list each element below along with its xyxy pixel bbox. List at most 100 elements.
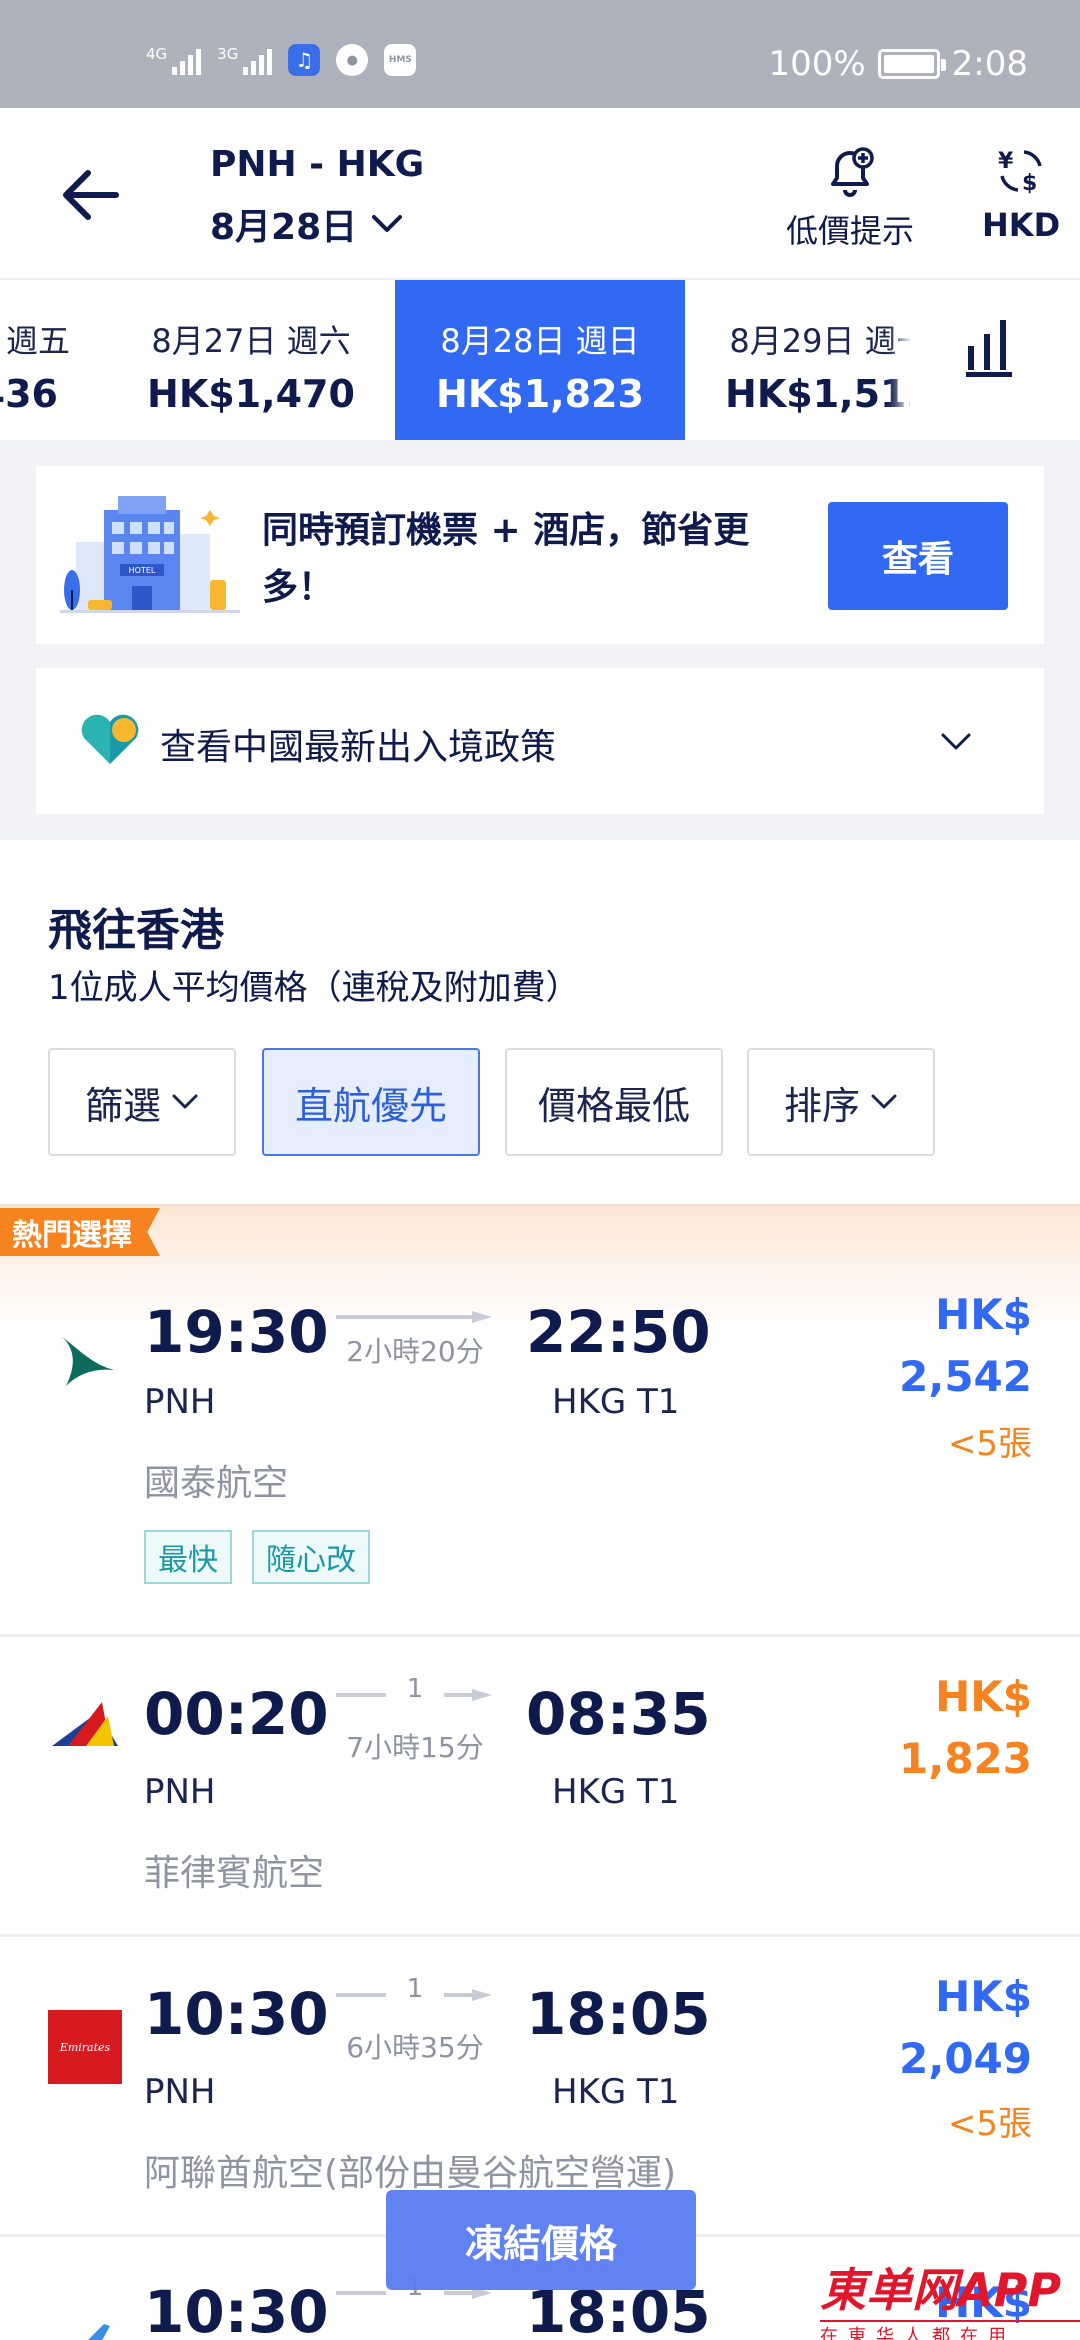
freeze-price-button[interactable]: 凍結價格: [386, 2190, 696, 2290]
lowest-price-label: 價格最低: [537, 1083, 690, 1128]
emirates-logo-text: Emirates: [59, 2040, 111, 2054]
chevron-down-icon: [172, 1094, 198, 1109]
travel-policy-card[interactable]: 查看中國最新出入境政策: [36, 668, 1044, 814]
net-label-1: 4G: [146, 45, 168, 63]
price-alert-label: 低價提示: [786, 212, 915, 250]
results-title: 飛往香港: [48, 905, 224, 956]
divider: [0, 1934, 1080, 1937]
date-label: 8月28日 週日: [440, 322, 640, 360]
price-currency: HK$: [935, 1290, 1032, 1339]
philippine-airlines-logo: [52, 1702, 118, 1746]
arrival-airport: HKG T1: [552, 1382, 680, 1422]
date-price: HK$1,823: [436, 372, 644, 416]
airline-name: 阿聯酋航空(部份由曼谷航空營運): [144, 2153, 677, 2194]
hotel-sign: HOTEL: [129, 566, 156, 575]
date-selector[interactable]: 8月28日: [210, 198, 403, 250]
currency-exchange-icon: ¥ $: [998, 149, 1042, 196]
tag-fastest: 最快: [144, 1530, 232, 1584]
price-currency: HK$: [935, 1672, 1032, 1721]
route-arrow-icon: [336, 1689, 492, 1701]
hot-pick-tag: 熱門選擇: [0, 1208, 160, 1256]
status-right: 100% 2:08: [768, 44, 1028, 84]
signal-4g-icon: 4G: [146, 45, 202, 75]
arrival-time: 22:50: [526, 1298, 711, 1366]
flight-duration: 6小時35分: [346, 2031, 484, 2064]
flight-card-2[interactable]: 00:20 1 7小時15分 08:35 PNH HKG T1 菲律賓航空 HK…: [0, 1672, 1080, 1936]
departure-airport: PNH: [144, 1772, 216, 1812]
clock: 2:08: [951, 44, 1028, 84]
promo-text: 同時預訂機票 + 酒店，節省更多！: [262, 510, 750, 608]
promo-view-button[interactable]: 查看: [828, 502, 1008, 610]
chevron-down-icon[interactable]: [940, 732, 972, 752]
watermark-sub: 在東华人都在用: [820, 2320, 1080, 2340]
date-cell-27[interactable]: 8月27日 週六 HK$1,470: [106, 280, 396, 440]
arrival-airport: HKG T1: [552, 2072, 680, 2112]
date-price: HK$1,470: [147, 372, 355, 416]
emirates-logo: Emirates: [48, 2010, 122, 2084]
departure-airport: PNH: [144, 1382, 216, 1422]
date-cell-28-selected[interactable]: 8月28日 週日 HK$1,823: [395, 280, 685, 440]
direct-first-button[interactable]: 直航優先: [262, 1048, 480, 1156]
date-cell-26[interactable]: 週五 436: [0, 280, 110, 440]
flight-card-1[interactable]: 19:30 2小時20分 22:50 PNH HKG T1 國泰航空 最快 隨心…: [0, 1290, 1080, 1634]
status-bar: 4G 3G ♫ ● HMS 100% 2:08: [0, 0, 1080, 108]
battery-icon: [877, 49, 946, 79]
policy-text: 查看中國最新出入境政策: [160, 727, 557, 768]
route-arrow-icon: [336, 1311, 492, 1323]
arrival-airport: HKG T1: [552, 1772, 680, 1812]
watermark-main: 東单网APP: [820, 2263, 1062, 2317]
results-subtitle: 1位成人平均價格（連稅及附加費）: [48, 968, 580, 1008]
price-chart-button[interactable]: [910, 280, 1080, 440]
departure-airport: PNH: [144, 2072, 216, 2112]
date-label: 8月27日 週六: [151, 322, 351, 360]
price-value: 2,049: [899, 2034, 1032, 2083]
route-arrow-icon: [336, 1989, 492, 2001]
date-label: 週五: [5, 322, 70, 360]
signal-3g-icon: 3G: [217, 45, 273, 75]
hms-icon: HMS: [384, 44, 417, 76]
sort-button[interactable]: 排序: [747, 1048, 935, 1156]
price-currency: HK$: [935, 1972, 1032, 2021]
departure-time: 10:30: [144, 1980, 329, 2048]
departure-time: 10:30: [144, 2278, 329, 2340]
chevron-down-icon: [871, 1094, 897, 1109]
net-label-2: 3G: [217, 45, 239, 63]
direct-first-label: 直航優先: [294, 1083, 447, 1128]
watermark: 東单网APP 在東华人都在用: [820, 2254, 1080, 2340]
airline-name: 國泰航空: [144, 1463, 289, 1504]
flight-hotel-promo-card[interactable]: HOTEL 同時預訂機票 + 酒店，節省更多！ 查看: [36, 466, 1044, 644]
currency-button[interactable]: ¥ $ HKD: [982, 144, 1060, 244]
chevron-down-icon: [372, 215, 403, 232]
seats-left: <5張: [947, 2104, 1032, 2144]
filter-button[interactable]: 篩選: [48, 1048, 236, 1156]
sort-label: 排序: [783, 1083, 860, 1128]
seats-left: <5張: [947, 1424, 1032, 1464]
back-arrow-icon[interactable]: [58, 163, 122, 227]
price-value: 1,823: [899, 1734, 1032, 1783]
bar-chart-icon: [966, 320, 1012, 377]
hotel-illustration-icon: HOTEL: [60, 496, 240, 613]
price-alert-button[interactable]: 低價提示: [786, 144, 914, 252]
bell-plus-icon: [831, 147, 874, 197]
flight-duration: 2小時20分: [346, 1335, 484, 1368]
cathay-pacific-logo: [56, 1332, 114, 1386]
svg-text:¥: ¥: [998, 149, 1014, 174]
svg-text:$: $: [1022, 171, 1037, 196]
plane-logo: [88, 2324, 110, 2340]
airline-name: 菲律賓航空: [144, 1853, 325, 1894]
arrival-time: 08:35: [526, 1680, 711, 1748]
currency-label: HKD: [982, 206, 1061, 244]
date-price: 436: [0, 372, 58, 416]
divider: [0, 1634, 1080, 1637]
tag-flexible-change: 隨心改: [252, 1530, 370, 1584]
departure-time: 00:20: [144, 1680, 329, 1748]
flight-duration: 7小時15分: [346, 1731, 484, 1764]
status-left: 4G 3G ♫ ● HMS: [146, 44, 417, 76]
filter-label: 篩選: [84, 1083, 161, 1128]
lowest-price-button[interactable]: 價格最低: [505, 1048, 723, 1156]
departure-time: 19:30: [144, 1298, 329, 1366]
date-strip: 週五 436 8月27日 週六 HK$1,470 8月28日 週日 HK$1,8…: [0, 278, 1080, 440]
app-notification-icon: ●: [336, 44, 369, 76]
heart-icon: [81, 714, 139, 764]
price-value: 2,542: [899, 1352, 1032, 1401]
